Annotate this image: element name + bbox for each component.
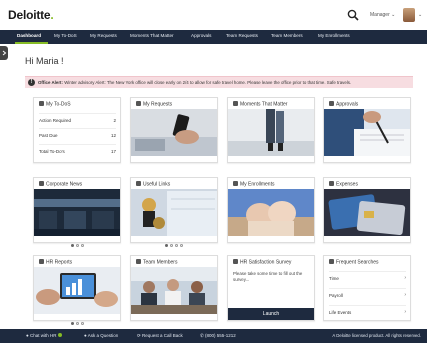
todo-row-action-required[interactable]: Action Required 2 <box>39 113 116 125</box>
chat-with-hr-link[interactable]: ● Chat with HR <box>26 333 63 338</box>
card-my-enrollments[interactable]: My Enrollments <box>227 177 315 243</box>
team-members-photo <box>131 267 217 314</box>
carousel-dots[interactable] <box>34 314 120 325</box>
nav-team-requests[interactable]: Team Requests <box>226 33 258 38</box>
card-title: Team Members <box>143 259 178 266</box>
todo-row-past-due[interactable]: Past Due 12 <box>39 128 116 140</box>
alert-message: Winter advisory Alert: The New York offi… <box>64 80 352 85</box>
survey-icon <box>233 259 238 264</box>
greeting: Hi Maria ! <box>25 56 64 66</box>
link-icon <box>136 181 141 186</box>
chevron-right-icon: › <box>404 292 406 298</box>
alert-label: Office Alert: <box>38 80 63 85</box>
card-useful-links[interactable]: Useful Links <box>130 177 218 247</box>
card-title: Approvals <box>336 101 359 108</box>
report-icon <box>39 259 44 264</box>
frequent-search-life-events[interactable]: Life Events › <box>329 305 406 317</box>
nav-my-enrollments[interactable]: My Enrollments <box>318 33 350 38</box>
phone-number[interactable]: ✆ (800) 555-1212 <box>200 333 236 339</box>
card-team-members[interactable]: Team Members <box>130 255 218 321</box>
nav-active-indicator <box>15 42 48 44</box>
moments-photo <box>228 109 314 156</box>
chevron-right-icon: › <box>404 275 406 281</box>
approvals-photo <box>324 109 410 156</box>
search-icon[interactable] <box>347 9 359 21</box>
checklist-icon <box>39 101 44 106</box>
todo-row-total[interactable]: Total To-Do's 17 <box>39 144 116 156</box>
user-avatar[interactable] <box>403 8 415 22</box>
launch-survey-button[interactable]: Launch <box>228 308 314 320</box>
card-my-todos[interactable]: My To-DoS Action Required 2 Past Due 12 To… <box>33 97 121 163</box>
card-title: Frequent Searches <box>336 259 379 266</box>
team-icon <box>136 259 141 264</box>
chat-icon <box>136 101 141 106</box>
card-approvals[interactable]: Approvals <box>323 97 411 163</box>
avatar-dropdown-icon[interactable]: ⌄ <box>418 12 422 18</box>
hr-reports-photo <box>34 267 120 314</box>
chevron-right-icon <box>2 50 7 56</box>
receipt-icon <box>329 181 334 186</box>
top-bar: Deloitte. Manager ⌄ ⌄ <box>0 0 427 30</box>
requests-photo <box>131 109 217 156</box>
useful-links-photo <box>131 189 217 236</box>
nav-moments-that-matter[interactable]: Moments That Matter <box>130 33 174 38</box>
nav-approvals[interactable]: Approvals <box>191 33 211 38</box>
alert-icon: ! <box>28 79 35 86</box>
ask-question-link[interactable]: ● Ask a Question <box>84 333 118 338</box>
card-corporate-news[interactable]: Corporate News <box>33 177 121 247</box>
online-status-icon <box>58 333 63 337</box>
card-title: Useful Links <box>143 181 171 188</box>
frequent-search-payroll[interactable]: Payroll › <box>329 288 406 300</box>
survey-description: Please take some time to fill out the su… <box>233 271 303 282</box>
chevron-right-icon: › <box>404 309 406 315</box>
card-title: Moments That Matter <box>240 101 288 108</box>
checkmark-icon <box>329 101 334 106</box>
expenses-photo <box>324 189 410 236</box>
nav-my-requests[interactable]: My Requests <box>90 33 117 38</box>
card-title: My Requests <box>143 101 173 108</box>
card-expenses[interactable]: Expenses <box>323 177 411 243</box>
card-frequent-searches[interactable]: Frequent Searches Time › Payroll › Life Ev… <box>323 255 411 321</box>
corporate-news-photo <box>34 189 120 236</box>
carousel-dots[interactable] <box>131 236 217 247</box>
deloitte-logo[interactable]: Deloitte. <box>8 8 54 22</box>
main-nav: Dashboard My To-DoS My Requests Moments … <box>0 30 427 44</box>
card-title: HR Reports <box>46 259 73 266</box>
user-role-dropdown[interactable]: Manager ⌄ <box>370 12 395 18</box>
office-alert-banner: ! Office Alert: Winter advisory Alert: T… <box>25 76 413 88</box>
person-icon <box>233 181 238 186</box>
sidebar-toggle[interactable] <box>0 46 8 60</box>
card-hr-reports[interactable]: HR Reports <box>33 255 121 325</box>
frequent-search-time[interactable]: Time › <box>329 271 406 283</box>
footer-bar: ● Chat with HR ● Ask a Question ⟳ Reques… <box>0 329 427 343</box>
enrollments-photo <box>228 189 314 236</box>
nav-team-members[interactable]: Team Members <box>271 33 303 38</box>
card-my-requests[interactable]: My Requests <box>130 97 218 163</box>
card-title: My To-DoS <box>46 101 71 108</box>
request-callback-link[interactable]: ⟳ Request a Call Back <box>137 333 183 339</box>
nav-dashboard[interactable]: Dashboard <box>17 33 41 38</box>
footer-legal: A Deloitte licensed product. All rights … <box>332 333 421 338</box>
calendar-icon <box>233 101 238 106</box>
card-moments-that-matter[interactable]: Moments That Matter <box>227 97 315 163</box>
card-title: HR Satisfaction Survey <box>240 259 292 266</box>
card-hr-satisfaction-survey[interactable]: HR Satisfaction Survey Please take some … <box>227 255 315 321</box>
card-title: Corporate News <box>46 181 83 188</box>
card-title: My Enrollments <box>240 181 275 188</box>
nav-my-todos[interactable]: My To-DoS <box>54 33 77 38</box>
search-icon <box>329 259 334 264</box>
carousel-dots[interactable] <box>34 236 120 247</box>
card-title: Expenses <box>336 181 358 188</box>
globe-icon <box>39 181 44 186</box>
